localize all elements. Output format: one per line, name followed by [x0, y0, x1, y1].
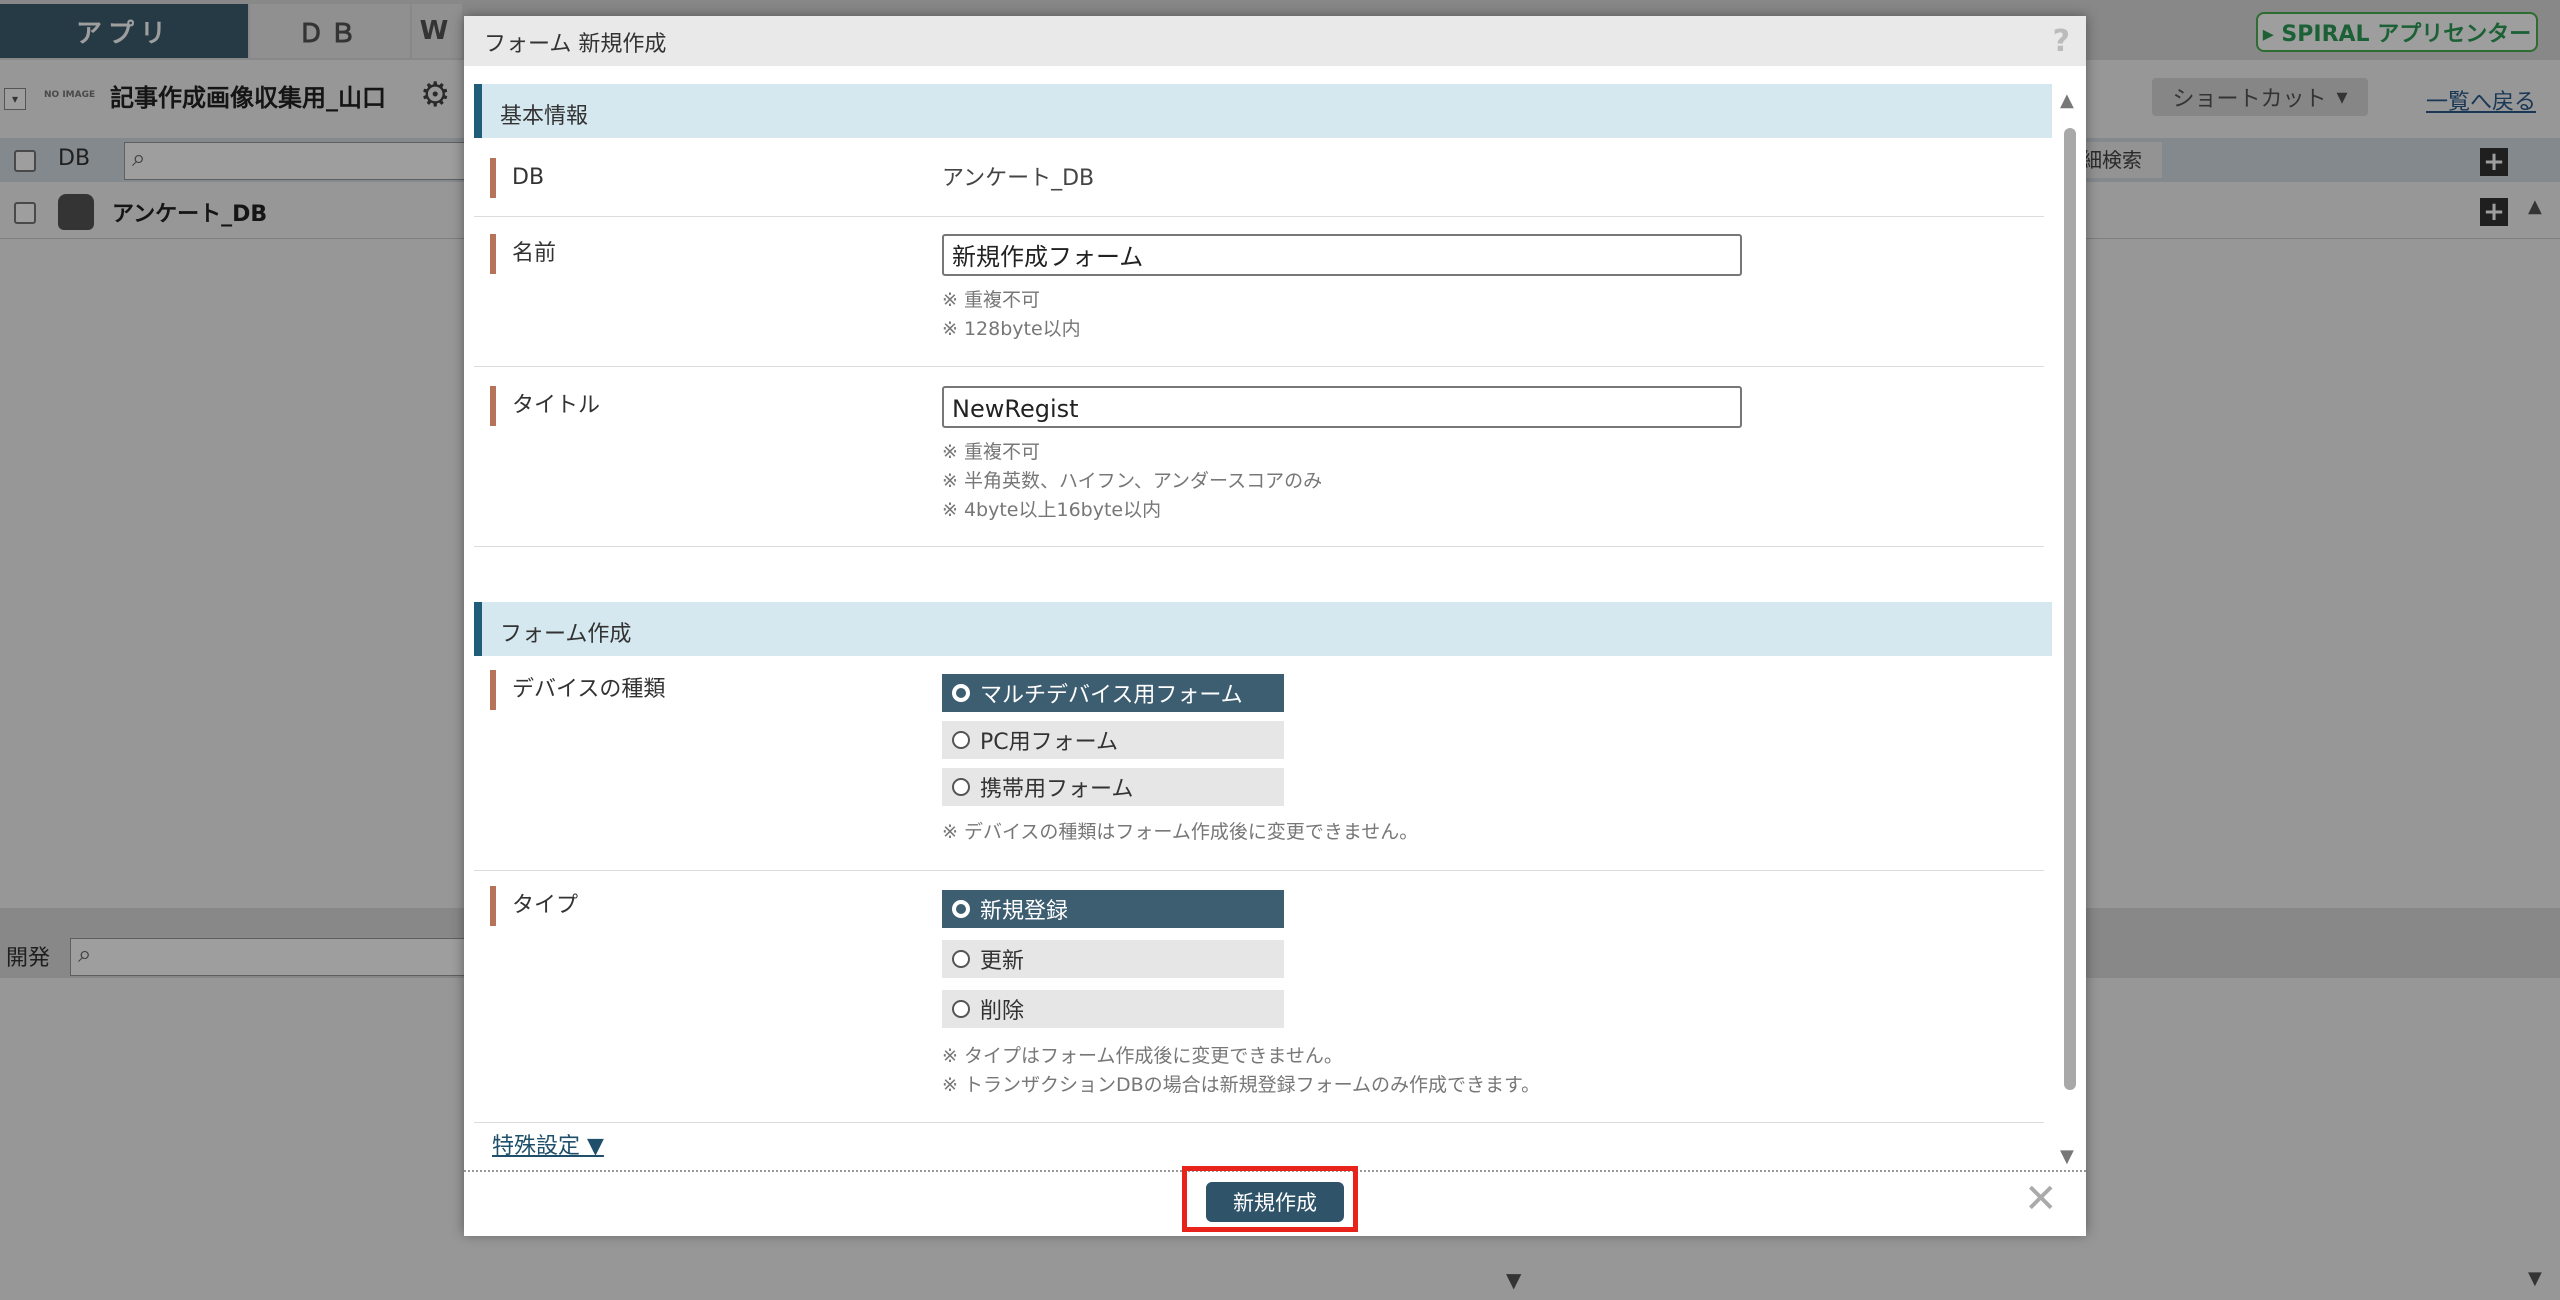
option-label: 携帯用フォーム [980, 777, 1134, 802]
device-option-mobile[interactable]: 携帯用フォーム [942, 768, 1284, 806]
name-label: 名前 [490, 234, 556, 274]
type-option-delete[interactable]: 削除 [942, 990, 1284, 1028]
type-note: ※ タイプはフォーム作成後に変更できません。 [942, 1045, 1343, 1067]
radio-icon [952, 1000, 970, 1018]
scrollbar-thumb[interactable] [2064, 128, 2076, 1090]
option-label: 更新 [980, 949, 1025, 974]
title-label: タイトル [490, 386, 600, 426]
scroll-up-icon[interactable]: ▲ [2060, 90, 2074, 111]
type-note: ※ トランザクションDBの場合は新規登録フォームのみ作成できます。 [942, 1074, 1541, 1096]
section-form-create: フォーム作成 [474, 602, 2052, 656]
scroll-down-icon[interactable]: ▼ [2060, 1146, 2074, 1167]
title-note: ※ 重複不可 [942, 441, 1040, 463]
section-title: フォーム作成 [500, 622, 632, 647]
section-basic-info: 基本情報 [474, 84, 2052, 138]
option-label: 新規登録 [980, 899, 1069, 924]
device-note: ※ デバイスの種類はフォーム作成後に変更できません。 [942, 821, 1419, 843]
radio-icon [952, 684, 970, 702]
name-note: ※ 重複不可 [942, 289, 1040, 311]
device-option-multi[interactable]: マルチデバイス用フォーム [942, 674, 1284, 712]
title-note: ※ 4byte以上16byte以内 [942, 499, 1162, 521]
option-label: マルチデバイス用フォーム [980, 683, 1243, 708]
modal-body: 基本情報 DB アンケート_DB 名前 新規作成フォーム ※ 重複不可 ※ 12… [464, 66, 2086, 1186]
radio-icon [952, 731, 970, 749]
title-input[interactable]: NewRegist [942, 386, 1742, 428]
divider [474, 216, 2044, 217]
help-icon[interactable]: ? [2053, 24, 2070, 59]
special-settings-link[interactable]: 特殊設定 ▼ [492, 1128, 604, 1160]
radio-icon [952, 900, 970, 918]
divider [474, 870, 2044, 871]
device-label: デバイスの種類 [490, 670, 665, 710]
radio-icon [952, 950, 970, 968]
divider [474, 1122, 2044, 1123]
name-note: ※ 128byte以内 [942, 318, 1081, 340]
create-button[interactable]: 新規作成 [1206, 1182, 1344, 1222]
db-label: DB [490, 158, 544, 198]
type-label: タイプ [490, 886, 578, 926]
name-input[interactable]: 新規作成フォーム [942, 234, 1742, 276]
radio-icon [952, 778, 970, 796]
form-create-modal: フォーム 新規作成 ? 基本情報 DB アンケート_DB 名前 新規作成フォーム… [464, 16, 2086, 1236]
modal-header: フォーム 新規作成 ? [464, 16, 2086, 66]
divider [474, 366, 2044, 367]
type-option-new[interactable]: 新規登録 [942, 890, 1284, 928]
modal-title: フォーム 新規作成 [484, 32, 667, 57]
type-option-update[interactable]: 更新 [942, 940, 1284, 978]
device-option-pc[interactable]: PC用フォーム [942, 721, 1284, 759]
option-label: PC用フォーム [980, 730, 1118, 755]
db-value: アンケート_DB [942, 166, 1095, 191]
close-icon[interactable]: ✕ [2024, 1176, 2058, 1222]
modal-scrollbar[interactable]: ▲ ▼ [2060, 66, 2078, 1174]
title-note: ※ 半角英数、ハイフン、アンダースコアのみ [942, 470, 1323, 492]
option-label: 削除 [980, 999, 1025, 1024]
divider [474, 546, 2044, 547]
section-title: 基本情報 [500, 104, 589, 129]
